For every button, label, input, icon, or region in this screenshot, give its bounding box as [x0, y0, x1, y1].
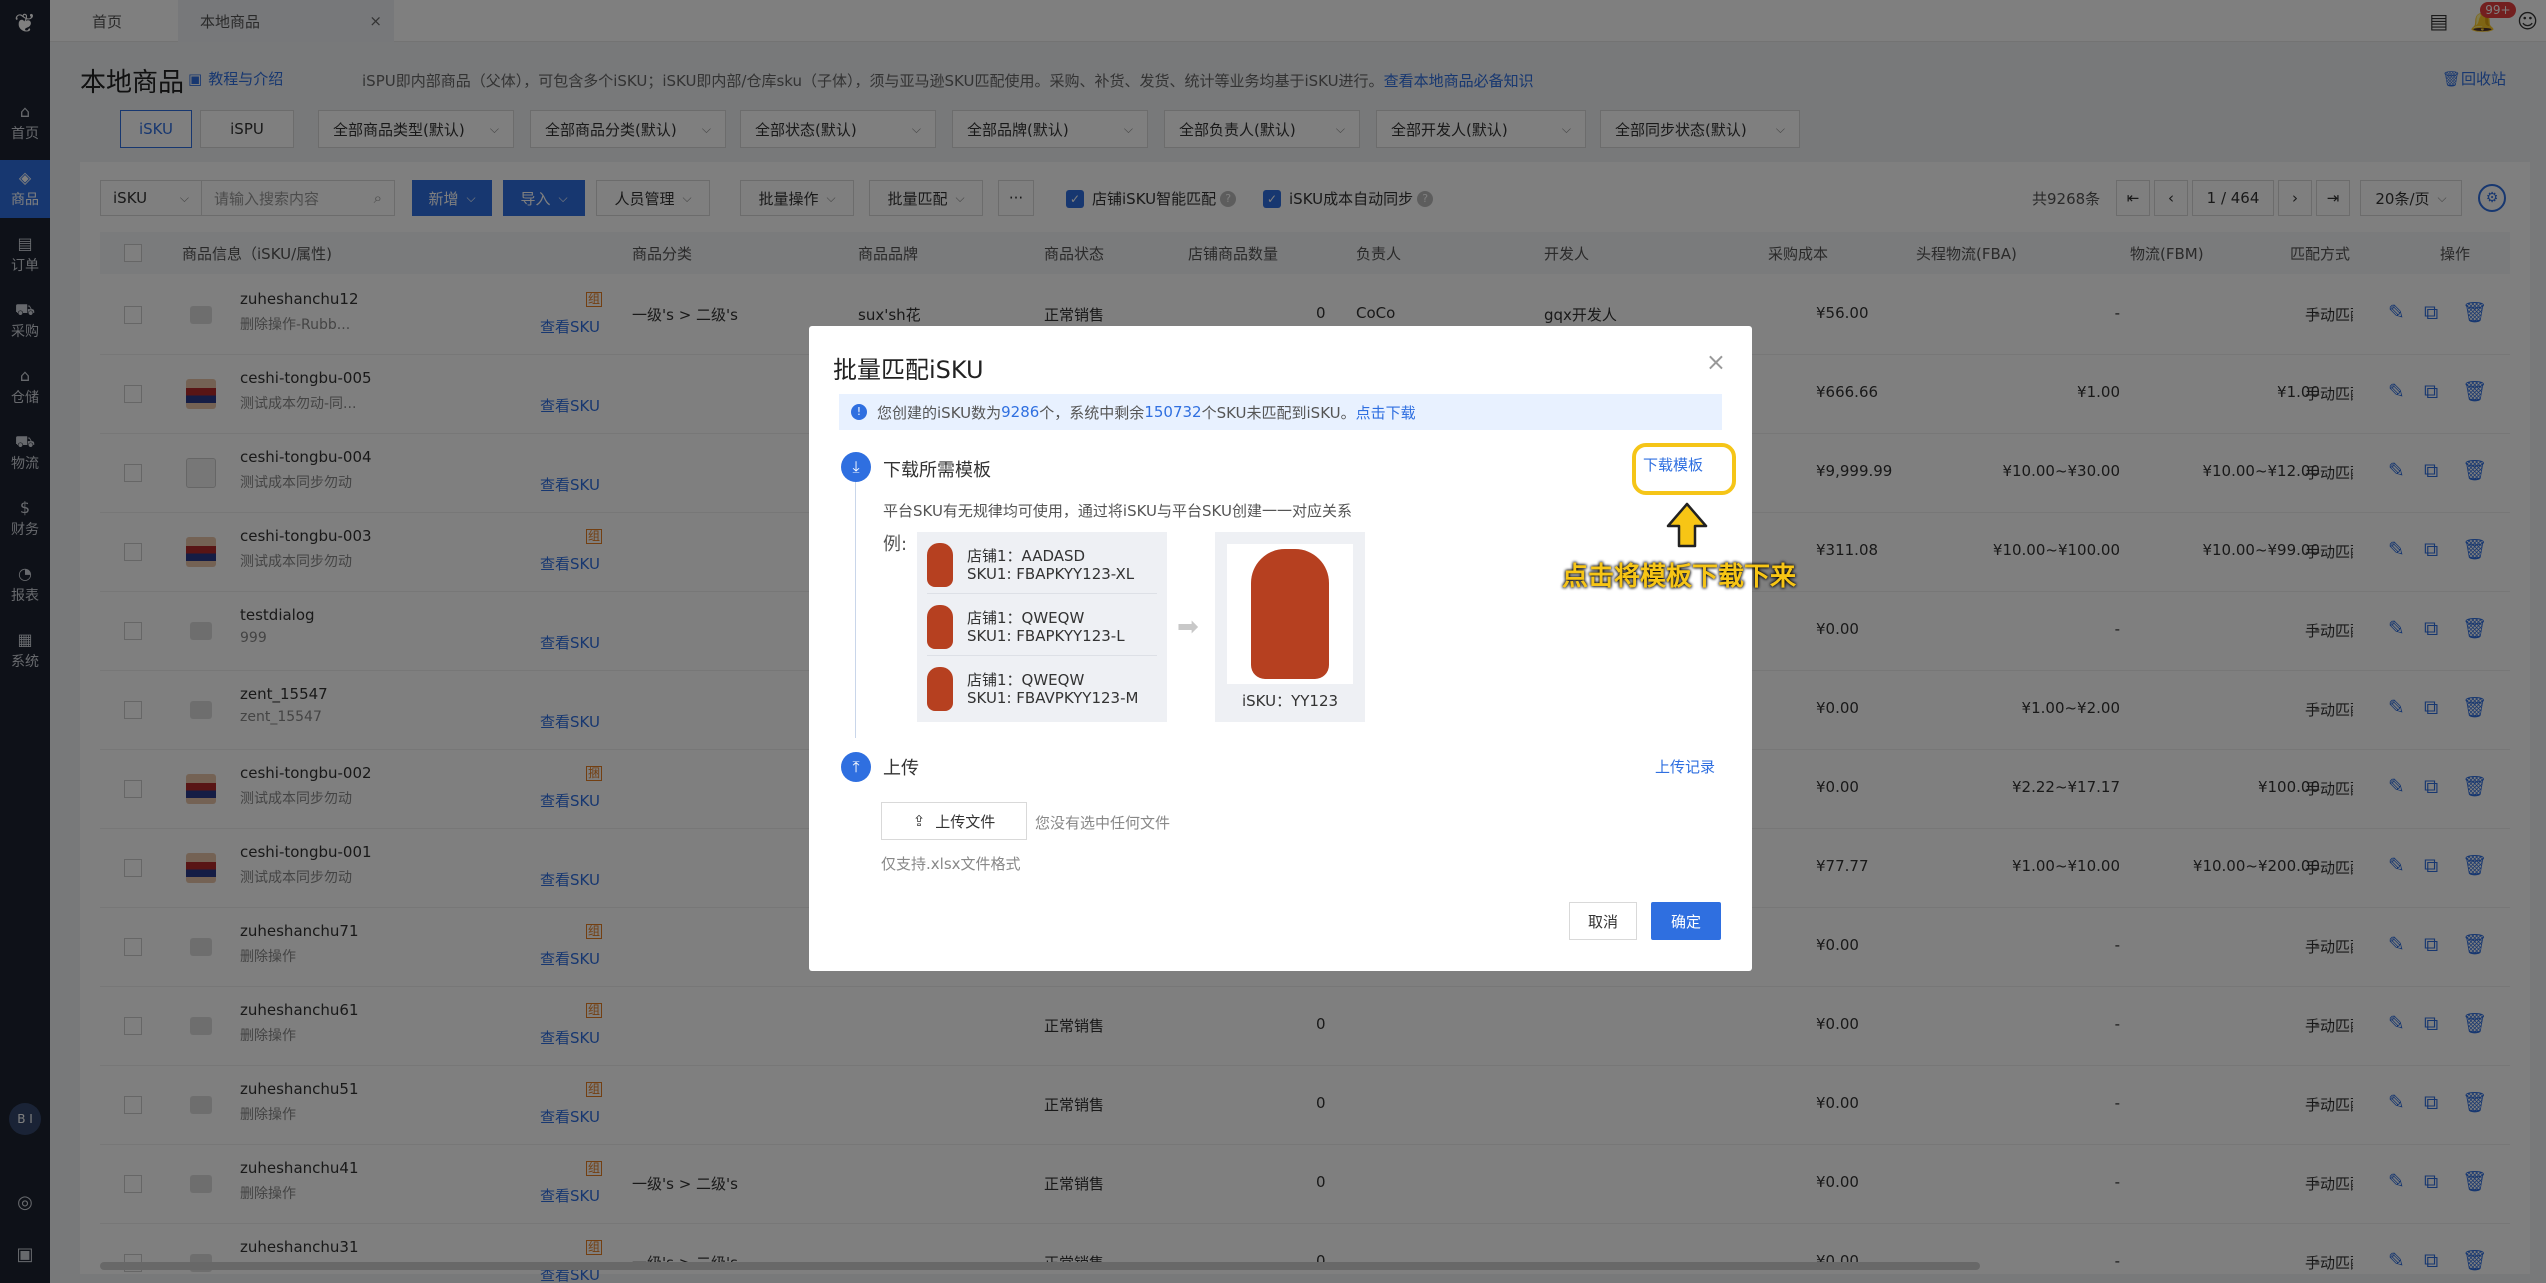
step-connector — [855, 468, 856, 738]
isku-count: 9286 — [1001, 403, 1040, 421]
template-hint: 平台SKU有无规律均可使用，通过将iSKU与平台SKU创建一一对应关系 — [883, 502, 1352, 520]
alert-text-b: 个，系统中剩余 — [1039, 403, 1145, 422]
example-isku-card: iSKU：YY123 — [1215, 532, 1365, 722]
alert-text-c: 个SKU未匹配到iSKU。 — [1201, 403, 1356, 422]
xlsx-format-hint: 仅支持.xlsx文件格式 — [881, 855, 1021, 873]
arrow-right-icon: ➡ — [1177, 612, 1199, 642]
example-item: 店铺1：QWEQW SKU1: FBAVPKYY123-M — [927, 660, 1157, 718]
dress-thumbnail — [927, 667, 953, 711]
close-icon[interactable]: × — [1706, 348, 1726, 376]
example-shop: 店铺1：AADASD — [967, 546, 1086, 565]
no-file-text: 您没有选中任何文件 — [1035, 814, 1171, 832]
batch-match-dialog: 批量匹配iSKU × ! 您创建的iSKU数为 9286 个，系统中剩余 150… — [809, 326, 1752, 971]
example-isku-name: iSKU：YY123 — [1241, 692, 1339, 710]
download-step-icon: ⤓ — [841, 452, 871, 482]
step1-title: 下载所需模板 — [883, 460, 991, 481]
upload-file-button[interactable]: ⇪ 上传文件 — [881, 802, 1027, 840]
example-sku: SKU1: FBAPKYY123-XL — [967, 564, 1135, 583]
annotation-text: 点击将模板下载下来 — [1562, 562, 1797, 592]
example-sku: SKU1: FBAPKYY123-L — [967, 626, 1125, 645]
example-label: 例: — [883, 534, 908, 555]
dress-thumbnail — [927, 542, 953, 587]
dress-image — [1227, 544, 1353, 684]
example-shop: 店铺1：QWEQW — [967, 671, 1085, 689]
upload-record-link[interactable]: 上传记录 — [1655, 756, 1715, 777]
upload-step-icon: ⤒ — [841, 752, 871, 782]
example-item: 店铺1：AADASD SKU1: FBAPKYY123-XL — [927, 536, 1157, 594]
download-template-link[interactable]: 下载模板 — [1643, 454, 1703, 475]
info-icon: ! — [851, 404, 867, 420]
example-item: 店铺1：QWEQW SKU1: FBAPKYY123-L — [927, 598, 1157, 656]
alert-download-link[interactable]: 点击下载 — [1356, 402, 1416, 423]
step2-title: 上传 — [883, 758, 919, 779]
unmatched-count: 150732 — [1144, 403, 1202, 421]
dialog-title: 批量匹配iSKU — [833, 356, 984, 384]
info-alert: ! 您创建的iSKU数为 9286 个，系统中剩余 150732 个SKU未匹配… — [839, 394, 1722, 430]
cancel-button[interactable]: 取消 — [1569, 902, 1637, 940]
upload-icon: ⇪ — [912, 812, 926, 830]
confirm-button[interactable]: 确定 — [1651, 902, 1721, 940]
dress-thumbnail — [927, 604, 953, 649]
example-shop: 店铺1：QWEQW — [967, 608, 1085, 627]
example-sku: SKU1: FBAVPKYY123-M — [967, 689, 1139, 707]
annotation-arrow-up-icon — [1666, 502, 1708, 548]
upload-button-label: 上传文件 — [935, 812, 996, 831]
example-sku-list: 店铺1：AADASD SKU1: FBAPKYY123-XL 店铺1：QWEQW S… — [917, 532, 1167, 722]
alert-text-a: 您创建的iSKU数为 — [877, 403, 1002, 422]
